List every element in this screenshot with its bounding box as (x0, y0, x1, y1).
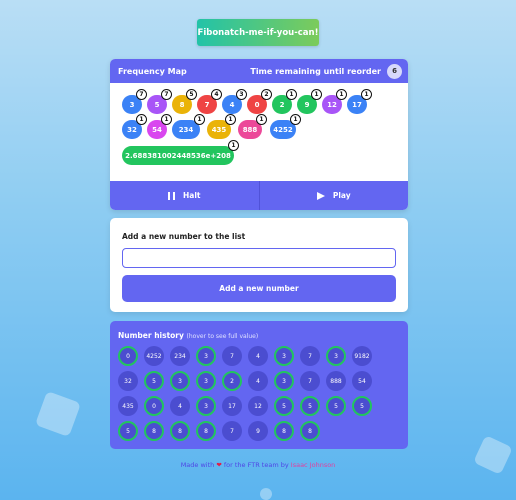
number-input[interactable] (122, 248, 396, 268)
history-item[interactable]: 3 (274, 371, 294, 391)
author-link[interactable]: Isaac Johnson (291, 461, 336, 469)
history-item[interactable]: 4252 (144, 346, 164, 366)
history-item[interactable]: 234 (170, 346, 190, 366)
frequency-map-title: Frequency Map (118, 66, 187, 76)
frequency-count-badge: 4 (211, 89, 222, 100)
pause-icon (168, 191, 175, 200)
history-item[interactable]: 4 (170, 396, 190, 416)
history-item[interactable]: 8 (300, 421, 320, 441)
history-item[interactable]: 8 (170, 421, 190, 441)
history-item[interactable]: 4 (248, 346, 268, 366)
footer-made-with: Made with (180, 461, 215, 469)
frequency-count-badge: 1 (228, 140, 239, 151)
history-item[interactable]: 8 (274, 421, 294, 441)
history-item[interactable]: 9182 (352, 346, 372, 366)
footer-credit: Made with ❤ for the FTR team by Isaac Jo… (0, 461, 516, 469)
frequency-count-badge: 7 (161, 89, 172, 100)
frequency-count-badge: 1 (361, 89, 372, 100)
background-decoration (34, 390, 82, 438)
history-item[interactable]: 3 (326, 346, 346, 366)
frequency-count-badge: 1 (225, 114, 236, 125)
timer-value-badge: 6 (387, 63, 402, 79)
frequency-count-badge: 1 (256, 114, 267, 125)
history-item[interactable]: 888 (326, 371, 346, 391)
number-history-heading: Number history (hover to see full value) (118, 331, 400, 340)
history-item[interactable]: 7 (222, 346, 242, 366)
history-item[interactable]: 435 (118, 396, 138, 416)
frequency-count-badge: 1 (290, 114, 301, 125)
history-item[interactable]: 54 (352, 371, 372, 391)
history-item[interactable]: 17 (222, 396, 242, 416)
footer-for-text: for the FTR team by (223, 461, 289, 469)
halt-label: Halt (183, 191, 201, 200)
history-item[interactable]: 5 (118, 421, 138, 441)
history-item[interactable]: 7 (300, 346, 320, 366)
play-label: Play (332, 191, 351, 200)
frequency-count-badge: 1 (136, 114, 147, 125)
frequency-count-badge: 5 (186, 89, 197, 100)
history-item[interactable]: 7 (222, 421, 242, 441)
history-item[interactable]: 12 (248, 396, 268, 416)
history-item[interactable]: 5 (274, 396, 294, 416)
history-item[interactable]: 2 (222, 371, 242, 391)
background-decoration (258, 486, 274, 500)
frequency-count-badge: 3 (236, 89, 247, 100)
heart-icon: ❤ (216, 461, 222, 469)
history-item[interactable]: 0 (144, 396, 164, 416)
app-title: Fibonatch-me-if-you-can! (197, 19, 319, 46)
frequency-count-badge: 1 (286, 89, 297, 100)
history-item[interactable]: 5 (352, 396, 372, 416)
play-icon (316, 191, 325, 200)
play-button[interactable]: Play (258, 181, 409, 210)
history-item[interactable]: 3 (196, 346, 216, 366)
history-item[interactable]: 5 (144, 371, 164, 391)
number-history-hint: (hover to see full value) (186, 333, 259, 340)
history-item[interactable]: 0 (118, 346, 138, 366)
history-item[interactable]: 5 (300, 396, 320, 416)
history-item[interactable]: 8 (144, 421, 164, 441)
history-item[interactable]: 4 (248, 371, 268, 391)
frequency-count-badge: 1 (336, 89, 347, 100)
frequency-map-header: Frequency Map Time remaining until reord… (110, 59, 408, 83)
history-item[interactable]: 7 (300, 371, 320, 391)
history-item[interactable]: 3 (196, 371, 216, 391)
history-item[interactable]: 8 (196, 421, 216, 441)
add-number-label: Add a new number to the list (122, 232, 246, 241)
frequency-map-card: Frequency Map Time remaining until reord… (110, 59, 408, 210)
halt-button[interactable]: Halt (110, 181, 259, 210)
reorder-timer: Time remaining until reorder 6 (250, 63, 402, 79)
frequency-count-badge: 7 (136, 89, 147, 100)
history-item[interactable]: 9 (248, 421, 268, 441)
add-number-card: Add a new number to the list Add a new n… (110, 218, 408, 312)
history-item[interactable]: 32 (118, 371, 138, 391)
playback-controls: Halt Play (110, 181, 408, 210)
frequency-count-badge: 1 (194, 114, 205, 125)
frequency-count-badge: 1 (311, 89, 322, 100)
add-number-button[interactable]: Add a new number (122, 275, 396, 302)
frequency-bubble: 2.688381002448536e+208 (122, 146, 234, 165)
history-item[interactable]: 3 (274, 346, 294, 366)
history-item[interactable]: 3 (196, 396, 216, 416)
frequency-bubbles: 3 7 5 7 8 5 7 4 4 3 0 2 2 1 9 1 12 1 17 1 32 1 54 1 234 1 435 1 888 1… (110, 83, 408, 181)
history-item[interactable]: 3 (170, 371, 190, 391)
history-item[interactable]: 5 (326, 396, 346, 416)
number-history-list: 0 4252 234 3 7 4 3 7 3 9182 32 5 3 3 2 4 3 7 888 54 435 0 4 3 17… (118, 346, 394, 441)
timer-label: Time remaining until reorder (250, 66, 381, 76)
frequency-count-badge: 1 (161, 114, 172, 125)
number-history-card: Number history (hover to see full value)… (110, 321, 408, 449)
number-history-title: Number history (118, 331, 184, 340)
frequency-count-badge: 2 (261, 89, 272, 100)
